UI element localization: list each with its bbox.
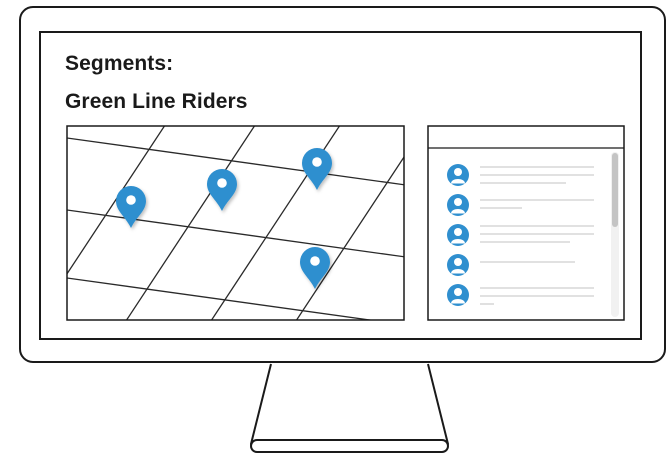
list-scrollbar-thumb[interactable]: [612, 153, 618, 227]
monitor-stand: [250, 363, 449, 453]
user-avatar-icon: [447, 224, 469, 246]
list-scrollbar[interactable]: [611, 152, 619, 317]
user-avatar-icon: [447, 194, 469, 216]
user-avatar-icon: [447, 284, 469, 306]
map-panel[interactable]: [30, 110, 435, 330]
scene: Segments: Green Line Riders: [0, 0, 671, 453]
contact-list-panel: [427, 125, 625, 321]
page-title-segment-name: Green Line Riders: [65, 90, 248, 113]
user-avatar-icon: [447, 254, 469, 276]
user-avatar-icon: [447, 164, 469, 186]
page-title-segments: Segments:: [65, 52, 174, 75]
